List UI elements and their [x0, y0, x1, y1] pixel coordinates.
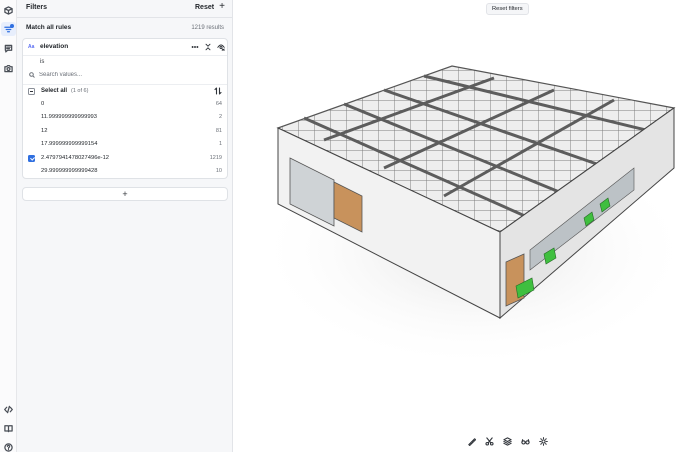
- add-filter-button[interactable]: +: [217, 2, 227, 12]
- filters-title: Filters: [26, 4, 48, 11]
- book-icon[interactable]: [1, 421, 16, 435]
- value-row[interactable]: 29.999999999999428 10: [28, 167, 224, 177]
- value-row[interactable]: 0 64: [28, 100, 224, 110]
- rule-header: Aa elevation: [23, 39, 227, 56]
- camera-icon[interactable]: [1, 61, 16, 75]
- filters-panel: Filters Reset + Match all rules 1219 res…: [17, 0, 233, 452]
- value-row[interactable]: 12 81: [28, 127, 224, 137]
- value-row[interactable]: 2.4797941478027496e-12 1219: [28, 154, 224, 164]
- value-label: 11.999999999999993: [41, 114, 97, 120]
- value-row[interactable]: 17.999999999999154 1: [28, 140, 224, 150]
- value-count: 81: [215, 128, 222, 134]
- divider: [17, 17, 233, 18]
- add-rule-button[interactable]: +: [22, 187, 228, 201]
- value-label: 12: [41, 128, 48, 134]
- building-model[interactable]: [234, 0, 690, 452]
- value-count: 64: [215, 101, 222, 107]
- help-icon[interactable]: [1, 440, 16, 452]
- comment-icon[interactable]: [1, 41, 16, 55]
- value-row[interactable]: 11.999999999999993 2: [28, 113, 224, 123]
- code-icon[interactable]: [1, 402, 16, 416]
- value-search: [27, 69, 223, 81]
- ruler-icon[interactable]: [464, 434, 478, 448]
- value-count: 2: [218, 114, 222, 120]
- search-input[interactable]: [39, 69, 219, 81]
- more-options-icon[interactable]: [190, 42, 200, 52]
- value-label: 29.999999999999428: [41, 168, 98, 174]
- visibility-toggle-icon[interactable]: [216, 42, 226, 52]
- reset-filters-button[interactable]: Reset filters: [486, 3, 529, 15]
- timber-panel: [505, 253, 525, 307]
- viewer-toolbar: [464, 432, 554, 450]
- select-all-count: (1 of 6): [71, 88, 89, 94]
- value-count: 1219: [209, 155, 222, 161]
- model-viewer[interactable]: Reset filters: [234, 0, 690, 452]
- value-checkbox[interactable]: [28, 155, 35, 162]
- rule-property[interactable]: elevation: [40, 43, 68, 50]
- value-count: 1: [218, 141, 222, 147]
- filter-icon[interactable]: [1, 22, 16, 36]
- divider: [23, 84, 227, 85]
- value-label: 2.4797941478027496e-12: [41, 155, 110, 161]
- search-icon: [29, 72, 35, 78]
- sun-icon[interactable]: [536, 434, 550, 448]
- sort-icon[interactable]: [214, 87, 222, 95]
- value-count: 10: [215, 168, 222, 174]
- reset-button[interactable]: Reset: [195, 4, 214, 11]
- filter-rule-card: Aa elevation is Select all (1 of 6): [22, 38, 228, 179]
- select-all-checkbox[interactable]: [28, 88, 35, 95]
- results-count: 1219 results: [191, 25, 224, 31]
- glasses-icon[interactable]: [518, 434, 532, 448]
- active-filter-dot: [10, 24, 14, 28]
- match-mode-label[interactable]: Match all rules: [26, 24, 71, 31]
- cube-icon[interactable]: [1, 3, 16, 17]
- value-label: 17.999999999999154: [41, 141, 98, 147]
- scissors-icon[interactable]: [482, 434, 496, 448]
- collapse-icon[interactable]: [203, 42, 213, 52]
- icon-rail: [0, 0, 17, 452]
- value-label: 0: [41, 101, 45, 107]
- layers-icon[interactable]: [500, 434, 514, 448]
- text-type-icon: Aa: [28, 44, 35, 50]
- select-all-label: Select all: [41, 88, 68, 94]
- select-all-row[interactable]: Select all (1 of 6): [28, 87, 224, 97]
- rule-operator[interactable]: is: [40, 59, 44, 65]
